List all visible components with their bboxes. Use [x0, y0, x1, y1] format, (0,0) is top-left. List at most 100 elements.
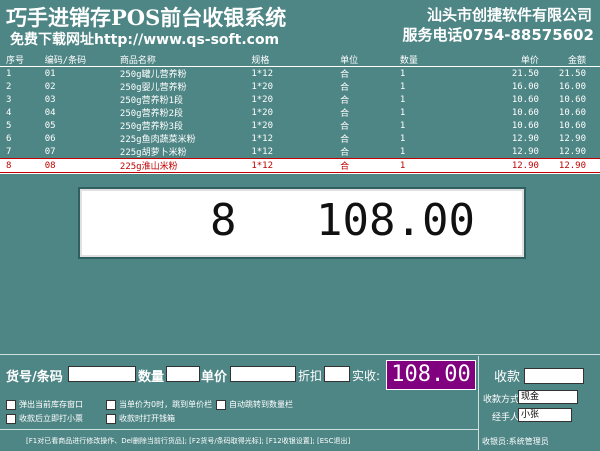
cell-amount: 10.60 — [558, 120, 586, 131]
option-jump-price[interactable]: 当单价为0时，跳到单价栏 — [106, 399, 212, 410]
items-table[interactable]: 序号 编码/条码 商品名称 规格 单位 数量 单价 金额 1 01 250g罐儿营养… — [0, 53, 600, 173]
cell-index: 8 — [0, 158, 39, 173]
cell-price: 10.60 — [511, 120, 539, 131]
cell-amount: 12.90 — [552, 158, 600, 173]
cell-amount: 10.60 — [558, 94, 586, 105]
panel-divider — [478, 356, 479, 450]
checkbox-show-stock[interactable] — [6, 399, 16, 410]
cell-amount: 16.00 — [558, 81, 586, 92]
barcode-label: 货号/条码 — [6, 370, 63, 385]
cell-code: 01 — [44, 68, 56, 79]
cell-name: 250g罐儿营养粉 — [119, 70, 187, 80]
discount-label: 折扣 — [298, 369, 323, 383]
col-header-name: 商品名称 — [113, 53, 246, 67]
table-row[interactable]: 6 06 225g鱼肉蔬菜米粉 1*12 合 1 12.90 12.90 — [0, 132, 600, 146]
paid-amount[interactable]: 108.00 — [386, 360, 476, 390]
display-quantity: 8 — [210, 195, 237, 246]
table-row[interactable]: 8 08 225g淮山米粉 1*12 合 1 12.90 12.90 — [0, 158, 600, 173]
payment-method-field[interactable]: 现金 — [518, 390, 578, 404]
items-body[interactable]: 1 01 250g罐儿营养粉 1*12 合 1 21.50 21.50 2 02 250g婴儿营养粉… — [0, 67, 600, 173]
cell-name: 250g营养粉2段 — [119, 109, 184, 119]
table-row[interactable]: 2 02 250g婴儿营养粉 1*20 合 1 16.00 16.00 — [0, 80, 600, 94]
table-header-row: 序号 编码/条码 商品名称 规格 单位 数量 单价 金额 — [0, 53, 600, 67]
cell-index: 1 — [6, 68, 12, 79]
checkbox-jump-price[interactable] — [106, 399, 116, 410]
option-open-drawer[interactable]: 收款时打开钱箱 — [106, 413, 175, 424]
cell-qty: 1 — [393, 158, 465, 173]
cell-code: 03 — [44, 94, 56, 105]
shortcut-hints: [F1对已看商品进行修改操作、Del删除当前行货品]; [F2货号/条码取得光标… — [26, 437, 351, 445]
cell-price: 16.00 — [511, 81, 539, 92]
checkbox-print-receipt[interactable] — [6, 413, 16, 424]
cell-name: 225g鱼肉蔬菜米粉 — [119, 135, 196, 145]
receive-input[interactable] — [524, 368, 584, 384]
cell-code: 05 — [44, 120, 56, 131]
cell-index: 6 — [6, 133, 12, 144]
col-header-code: 编码/条码 — [38, 53, 114, 67]
cell-index: 4 — [6, 107, 12, 118]
cell-index: 2 — [6, 81, 12, 92]
total-display: 8 108.00 — [78, 187, 526, 259]
cell-price: 10.60 — [511, 94, 539, 105]
cell-amount: 21.50 — [558, 68, 586, 79]
checkbox-open-drawer[interactable] — [106, 413, 116, 424]
cell-name: 250g婴儿营养粉 — [119, 83, 187, 93]
paid-label: 实收: — [352, 369, 381, 383]
discount-input[interactable] — [324, 366, 350, 382]
cell-index: 5 — [6, 120, 12, 131]
header: 巧手进销存POS前台收银系统 免费下载网址http://www.qs-soft.… — [0, 0, 600, 52]
cell-unit: 合 — [340, 135, 350, 145]
cell-price: 10.60 — [511, 107, 539, 118]
col-header-amount: 金额 — [552, 53, 600, 67]
option-show-stock[interactable]: 弹出当前库存窗口 — [6, 399, 83, 410]
cell-name: 225g淮山米粉 — [113, 158, 246, 173]
cell-name: 250g营养粉1段 — [119, 96, 184, 106]
qty-label: 数量 — [138, 370, 165, 385]
company-name: 汕头市创捷软件有限公司 — [426, 6, 592, 24]
cell-qty: 1 — [399, 94, 406, 105]
cell-spec: 1*12 — [251, 146, 274, 157]
option-print-receipt[interactable]: 收款后立即打小票 — [6, 413, 83, 424]
price-input[interactable] — [230, 366, 296, 382]
option-jump-qty[interactable]: 自动跳转到数量栏 — [216, 399, 293, 410]
download-url: 免费下载网址http://www.qs-soft.com — [10, 32, 280, 48]
cell-price: 12.90 — [511, 133, 539, 144]
cell-price: 12.90 — [511, 146, 539, 157]
cell-spec: 1*12 — [251, 133, 274, 144]
cell-unit: 合 — [340, 148, 350, 158]
table-row[interactable]: 3 03 250g营养粉1段 1*20 合 1 10.60 10.60 — [0, 93, 600, 107]
cell-code: 08 — [38, 158, 114, 173]
cell-unit: 合 — [334, 158, 394, 173]
cell-amount: 12.90 — [558, 146, 586, 157]
display-total: 108.00 — [316, 195, 475, 246]
col-header-price: 单价 — [464, 53, 553, 67]
cell-spec: 1*12 — [251, 68, 274, 79]
barcode-input[interactable] — [68, 366, 136, 382]
cell-spec: 1*20 — [251, 107, 274, 118]
cell-spec: 1*20 — [251, 120, 274, 131]
cell-qty: 1 — [399, 133, 406, 144]
cell-price: 12.90 — [464, 158, 553, 173]
cell-unit: 合 — [340, 70, 350, 80]
col-header-spec: 规格 — [245, 53, 335, 67]
cell-code: 02 — [44, 81, 56, 92]
qty-input[interactable] — [166, 366, 200, 382]
cell-code: 04 — [44, 107, 56, 118]
receive-label: 收款 — [494, 370, 521, 385]
service-phone: 服务电话0754-88575602 — [402, 26, 594, 44]
table-row[interactable]: 1 01 250g罐儿营养粉 1*12 合 1 21.50 21.50 — [0, 67, 600, 81]
cell-code: 06 — [44, 133, 56, 144]
handler-field[interactable]: 小张 — [518, 408, 572, 422]
cell-spec: 1*20 — [251, 94, 274, 105]
app-title: 巧手进销存POS前台收银系统 — [6, 5, 287, 30]
checkbox-jump-qty[interactable] — [216, 399, 226, 410]
cell-qty: 1 — [399, 107, 406, 118]
cell-qty: 1 — [399, 120, 406, 131]
table-row[interactable]: 5 05 250g营养粉3段 1*20 合 1 10.60 10.60 — [0, 119, 600, 133]
cell-amount: 10.60 — [558, 107, 586, 118]
table-bottom-divider — [0, 173, 600, 174]
table-row[interactable]: 7 07 225g胡萝卜米粉 1*12 合 1 12.90 12.90 — [0, 145, 600, 159]
table-row[interactable]: 4 04 250g营养粉2段 1*20 合 1 10.60 10.60 — [0, 106, 600, 120]
cashier-info: 收银员:系统管理员 — [482, 437, 549, 446]
col-header-index: 序号 — [0, 53, 39, 67]
